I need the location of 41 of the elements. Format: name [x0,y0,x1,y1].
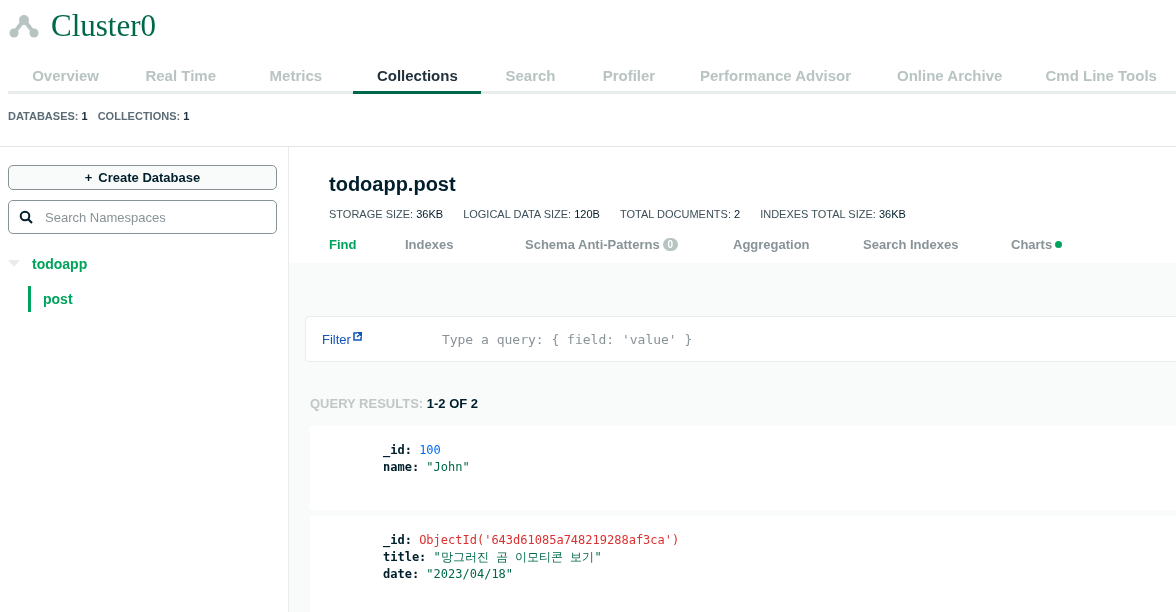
cluster-title: Cluster0 [51,8,157,44]
query-input[interactable]: Type a query: { field: 'value' } [439,330,1176,348]
collection-tab[interactable]: Search Indexes [841,235,989,254]
stat-label: TOTAL DOCUMENTS: 2 [619,208,741,220]
nav-tab[interactable]: Online Archive [872,60,1027,94]
count-badge: 0 [662,238,679,251]
filter-link[interactable]: Filter [322,331,362,347]
create-database-button[interactable]: + Create Database [8,165,277,190]
collection-tab[interactable]: Find [307,235,383,254]
nav-tab[interactable]: Collections [353,60,482,94]
nav-tab[interactable]: Metrics [238,60,354,94]
document-field: _id: ObjectId('643d61085a748219288af3ca') [383,532,1176,549]
collection-tab[interactable]: Aggregation [711,235,841,254]
nav-tab[interactable]: Search [481,60,580,94]
nav-tab[interactable]: Overview [8,60,124,94]
nav-tab[interactable]: Real Time [123,60,239,94]
collection-tab[interactable]: Indexes [383,235,503,254]
search-icon [19,210,33,224]
nav-tab[interactable]: Performance Advisor [678,60,873,94]
nav-tab[interactable]: Profiler [579,60,679,94]
cluster-icon [9,13,39,39]
document-field: _id: 100 [383,442,1176,459]
search-namespaces-input[interactable]: Search Namespaces [43,208,266,226]
query-results-label: QUERY RESULTS: 1-2 OF 2 [310,396,480,411]
stat-label: INDEXES TOTAL SIZE: 36KB [760,208,906,220]
document-field: title: "망그러진 곰 이모티콘 보기" [383,549,1176,566]
count-label: COLLECTIONS: 1 [97,110,190,122]
nav-tab[interactable]: Cmd Line Tools [1026,60,1176,94]
database-item[interactable]: todoapp [32,256,88,272]
stat-label: STORAGE SIZE: 36KB [329,208,444,220]
collection-tab[interactable]: Schema Anti-Patterns 0 [503,235,711,254]
collection-item[interactable]: post [28,286,277,312]
document-field: name: "John" [383,459,1176,476]
collection-tab[interactable]: Charts [989,235,1085,254]
collection-title: todoapp.post [329,173,457,196]
count-label: DATABASES: 1 [8,110,88,122]
stat-label: LOGICAL DATA SIZE: 120B [463,208,600,220]
external-link-icon [352,331,362,341]
document-field: date: "2023/04/18" [383,566,1176,583]
query-field[interactable]: Filter Type a query: { field: 'value' } [305,316,1176,362]
search-namespaces-field[interactable]: Search Namespaces [8,200,277,234]
